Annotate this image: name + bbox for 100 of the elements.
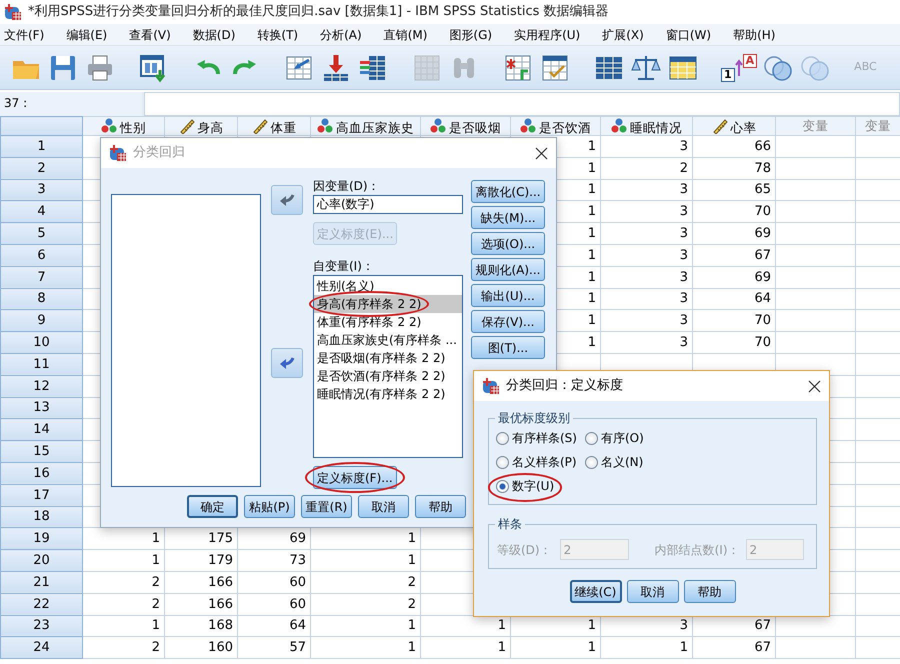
field-label: 等级(D)： [497, 542, 552, 559]
menu-item[interactable]: 图形(G) [445, 26, 496, 44]
table-cell: 70 [692, 332, 776, 354]
dialog-button[interactable]: 输出(U)... [471, 284, 545, 307]
table-cell: 64 [692, 288, 776, 310]
radio-option[interactable]: 数字(U) [496, 477, 554, 496]
list-item[interactable]: 睡眠情况(有序样条 2 2) [314, 385, 462, 403]
dialog-button[interactable]: 取消 [626, 580, 678, 604]
menu-item[interactable]: 转换(T) [253, 26, 302, 44]
list-item[interactable]: 性别(名义) [314, 277, 462, 295]
dependent-field[interactable]: 心率(数字) [313, 195, 463, 214]
row-header[interactable]: 6 [0, 244, 82, 266]
move-button[interactable] [271, 348, 303, 378]
dialog-button[interactable]: 保存(V)... [471, 310, 545, 333]
knots-field: 2 [746, 539, 804, 560]
radio-option[interactable]: 有序样条(S) [496, 429, 585, 448]
table-cell: 70 [692, 310, 776, 332]
table-cell: 78 [692, 157, 776, 180]
list-item[interactable]: 是否吸烟(有序样条 2 2) [314, 349, 462, 367]
row-header[interactable]: 7 [0, 266, 82, 288]
column-header[interactable]: 是否吸烟 [420, 116, 510, 136]
row-header[interactable]: 5 [0, 222, 82, 244]
dialog-button[interactable]: 取消 [358, 495, 409, 518]
cell-value-field[interactable] [144, 92, 900, 116]
table-cell: 1 [420, 636, 510, 659]
close-button[interactable] [808, 380, 821, 392]
menu-item[interactable]: 帮助(H) [729, 26, 780, 44]
row-header[interactable]: 1 [0, 136, 82, 158]
row-header[interactable]: 21 [0, 571, 82, 594]
row-header[interactable]: 19 [0, 528, 82, 550]
menu-item[interactable]: 扩展(X) [598, 26, 648, 44]
table-cell: 57 [238, 636, 310, 659]
ruler-icon [712, 118, 728, 134]
app-icon [4, 3, 22, 21]
dialog-button[interactable]: 帮助 [684, 580, 736, 604]
row-header[interactable]: 20 [0, 550, 82, 572]
menu-item[interactable]: 文件(F) [0, 26, 48, 44]
list-item[interactable]: 是否饮酒(有序样条 2 2) [314, 367, 462, 385]
close-button[interactable] [535, 146, 548, 160]
table-cell: 160 [164, 636, 238, 659]
table-cell: 3 [600, 222, 692, 244]
value-labels-button[interactable]: 1 A [721, 50, 758, 84]
dialog-button[interactable]: 确定 [187, 495, 238, 518]
column-header[interactable]: 心率 [692, 116, 776, 136]
menu-item[interactable]: 查看(V) [125, 26, 175, 44]
row-header[interactable]: 12 [0, 375, 82, 398]
row-header[interactable]: 2 [0, 157, 82, 180]
table-cell: 2 [310, 571, 420, 594]
column-header[interactable]: 睡眠情况 [600, 116, 692, 136]
row-header[interactable]: 23 [0, 615, 82, 637]
table-cell: 67 [692, 636, 776, 659]
dialog-button[interactable]: 离散化(C)... [471, 180, 545, 203]
column-header[interactable]: 是否饮酒 [510, 116, 600, 136]
row-header[interactable]: 18 [0, 506, 82, 528]
list-item[interactable]: 体重(有序样条 2 2) [314, 313, 462, 331]
dialog-button[interactable]: 图(T)... [471, 336, 545, 359]
menu-item[interactable]: 分析(A) [316, 26, 366, 44]
menu-item[interactable]: 编辑(E) [62, 26, 112, 44]
menu-item[interactable]: 窗口(W) [662, 26, 716, 44]
menu-item[interactable]: 实用程序(U) [510, 26, 584, 44]
close-icon [535, 146, 548, 160]
row-header[interactable]: 15 [0, 440, 82, 462]
column-header[interactable]: 性别 [82, 116, 164, 136]
row-header[interactable]: 24 [0, 636, 82, 659]
dialog-button[interactable]: 帮助 [415, 495, 466, 518]
column-header[interactable]: 身高 [164, 116, 238, 136]
define-scale-button[interactable]: 定义标度(F)... [313, 466, 397, 489]
menu-item[interactable]: 数据(D) [188, 26, 240, 44]
row-header[interactable]: 11 [0, 353, 82, 376]
column-header[interactable]: 高血压家族史 [310, 116, 420, 136]
window-title: *利用SPSS进行分类变量回归分析的最佳尺度回归.sav [数据集1] - IBM SPSS Statistics 数据编辑器 [28, 3, 609, 22]
dialog-button[interactable]: 选项(O)... [471, 232, 545, 255]
row-header[interactable]: 10 [0, 332, 82, 354]
column-header[interactable]: 体重 [238, 116, 310, 136]
row-header[interactable]: 17 [0, 484, 82, 506]
source-variable-list[interactable] [111, 194, 261, 487]
row-header[interactable]: 14 [0, 418, 82, 441]
table-cell: 66 [692, 136, 776, 158]
dialog-button[interactable]: 继续(C) [570, 580, 622, 604]
list-item[interactable]: 高血压家族史(有序样条 ... [314, 331, 462, 349]
dialog-button[interactable]: 粘贴(P) [244, 495, 295, 518]
radio-option[interactable]: 名义(N) [585, 453, 810, 472]
radio-option[interactable]: 名义样条(P) [496, 453, 585, 472]
dialog-button[interactable]: 重置(R) [301, 495, 352, 518]
row-header[interactable]: 9 [0, 310, 82, 332]
radio-option[interactable]: 有序(O) [585, 429, 810, 448]
row-header[interactable]: 13 [0, 397, 82, 419]
balls-icon [520, 118, 536, 134]
table-cell: 3 [600, 310, 692, 332]
row-header[interactable]: 16 [0, 462, 82, 484]
dialog-button[interactable]: 规则化(A)... [471, 258, 545, 281]
row-header[interactable]: 8 [0, 288, 82, 310]
table-cell: 60 [238, 593, 310, 616]
row-header[interactable]: 3 [0, 179, 82, 201]
dialog-button[interactable]: 缺失(M)... [471, 206, 545, 229]
table-cell: 3 [600, 332, 692, 354]
table-cell: 168 [164, 615, 238, 637]
menu-item[interactable]: 直销(M) [380, 26, 432, 44]
row-header[interactable]: 22 [0, 593, 82, 616]
row-header[interactable]: 4 [0, 200, 82, 223]
